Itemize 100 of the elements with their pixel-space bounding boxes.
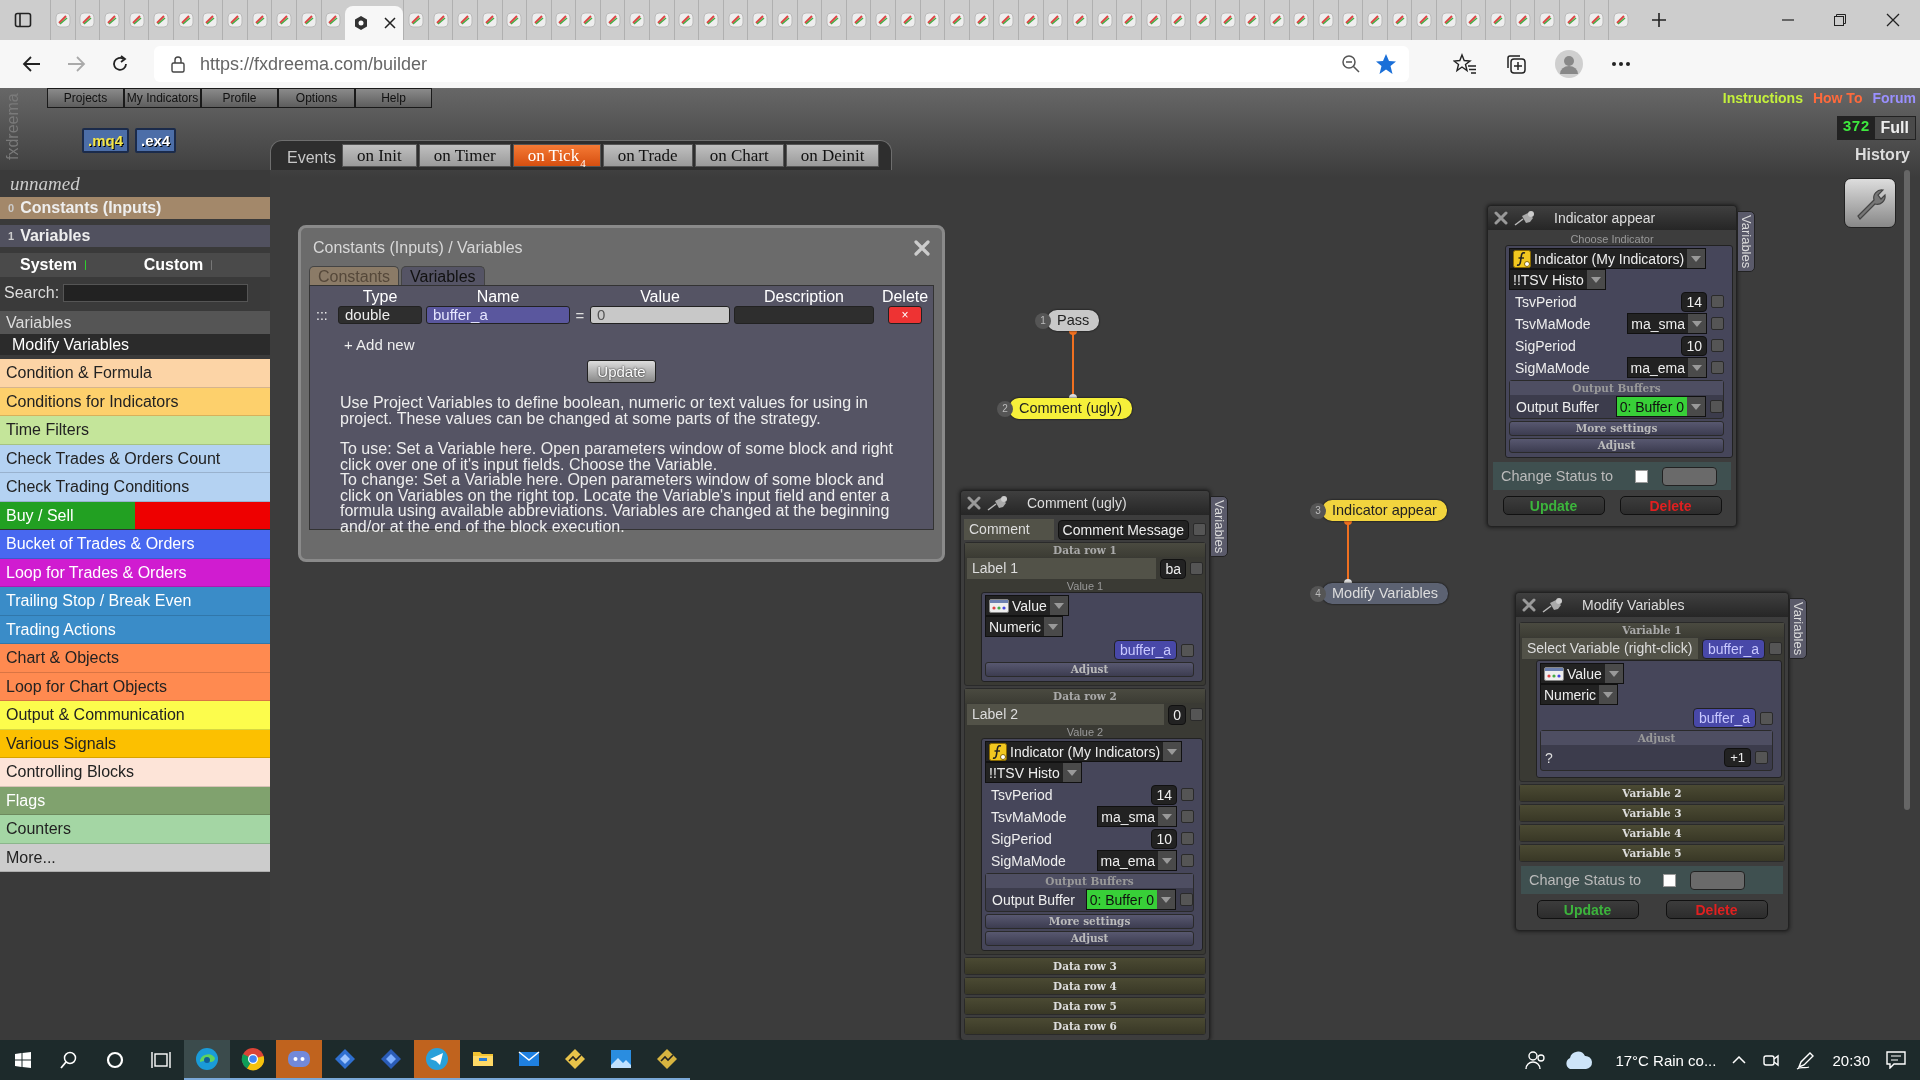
dropdown[interactable]: 0: Buffer 0 bbox=[1615, 396, 1706, 417]
delete-button[interactable]: × bbox=[888, 306, 922, 324]
type-field[interactable]: double bbox=[338, 306, 422, 324]
pin-icon[interactable] bbox=[1514, 210, 1536, 226]
checkbox[interactable] bbox=[1181, 643, 1194, 657]
section-header[interactable]: Data row 4 bbox=[965, 978, 1205, 994]
dropdown[interactable]: Numeric bbox=[1540, 684, 1619, 705]
lock-icon[interactable] bbox=[170, 55, 186, 73]
event-tab[interactable]: on Timer bbox=[418, 144, 511, 167]
variable-chip[interactable]: buffer_a bbox=[1692, 708, 1756, 728]
checkbox[interactable] bbox=[1711, 317, 1724, 330]
header-link[interactable]: Instructions bbox=[1722, 90, 1803, 106]
section-header[interactable]: Data row 2 bbox=[965, 689, 1205, 703]
address-field[interactable]: https://fxdreema.com/builder bbox=[154, 46, 1409, 82]
dropdown[interactable]: Numeric bbox=[985, 616, 1064, 637]
name-field[interactable]: buffer_a bbox=[426, 306, 570, 324]
drag-handle[interactable]: ::: bbox=[316, 307, 334, 323]
flow-node[interactable]: Modify Variables bbox=[1322, 583, 1449, 604]
history-link[interactable]: History bbox=[1854, 146, 1910, 164]
value-field[interactable]: 10 bbox=[1681, 335, 1707, 356]
value-field[interactable]: 14 bbox=[1681, 291, 1707, 312]
dropdown[interactable]: !!TSV Histo bbox=[985, 762, 1082, 783]
wrench-button[interactable] bbox=[1844, 178, 1896, 228]
menu-button[interactable]: Profile bbox=[201, 88, 278, 108]
export-button[interactable]: .mq4 bbox=[82, 128, 129, 153]
task-view-icon[interactable] bbox=[151, 1051, 171, 1069]
update-button[interactable]: Update bbox=[1502, 496, 1605, 515]
section-button[interactable]: Adjust bbox=[1509, 438, 1724, 453]
mode-button[interactable]: Full bbox=[1874, 117, 1915, 139]
back-icon[interactable] bbox=[22, 54, 42, 74]
value-field[interactable]: 14 bbox=[1151, 784, 1177, 805]
checkbox[interactable] bbox=[1663, 873, 1676, 887]
category-item[interactable]: Output & Communication bbox=[0, 701, 270, 730]
section-button[interactable]: Adjust bbox=[985, 931, 1194, 946]
side-tab[interactable]: Variables bbox=[1737, 211, 1755, 273]
more-icon[interactable] bbox=[1611, 61, 1631, 67]
section-header[interactable]: Variable 2 bbox=[1520, 785, 1784, 801]
dropdown[interactable]: Value bbox=[985, 595, 1069, 616]
formula-field[interactable]: ? bbox=[1545, 749, 1721, 766]
value-field[interactable]: Comment Message bbox=[1057, 519, 1189, 540]
event-tab[interactable]: on Init bbox=[341, 144, 417, 167]
add-new-link[interactable]: + Add new bbox=[344, 336, 415, 353]
taskbar-app[interactable] bbox=[184, 1040, 230, 1080]
checkbox[interactable] bbox=[1193, 523, 1206, 536]
flow-node[interactable]: Pass bbox=[1047, 310, 1100, 331]
section-header[interactable]: Variable 3 bbox=[1520, 805, 1784, 821]
flow-node[interactable]: Comment (ugly) bbox=[1009, 398, 1133, 419]
event-tab[interactable]: on Trade bbox=[602, 144, 693, 167]
category-item[interactable]: Controlling Blocks bbox=[0, 758, 270, 787]
category-item[interactable]: Trading Actions bbox=[0, 615, 270, 644]
dropdown[interactable]: !!TSV Histo bbox=[1509, 269, 1606, 290]
dropdown[interactable]: 0: Buffer 0 bbox=[1085, 889, 1176, 910]
event-tab[interactable]: on Chart bbox=[694, 144, 784, 167]
category-item[interactable]: Trailing Stop / Break Even bbox=[0, 587, 270, 616]
forward-icon[interactable] bbox=[66, 54, 86, 74]
dropdown[interactable]: Value bbox=[1540, 663, 1624, 684]
value-field[interactable]: 0 bbox=[590, 306, 730, 324]
section-header[interactable]: Data row 6 bbox=[965, 1018, 1205, 1034]
dropdown[interactable]: ma_sma bbox=[1097, 806, 1177, 827]
chevron-icon[interactable] bbox=[1732, 1056, 1747, 1064]
avatar-icon[interactable] bbox=[1555, 50, 1583, 78]
checkbox[interactable] bbox=[1190, 708, 1203, 721]
checkbox[interactable] bbox=[1181, 810, 1194, 823]
category-item[interactable]: Bucket of Trades & Orders bbox=[0, 530, 270, 559]
dropdown[interactable]: Indicator (My Indicators) bbox=[1509, 248, 1707, 269]
pin-icon[interactable] bbox=[1542, 597, 1564, 613]
checkbox[interactable] bbox=[1711, 339, 1724, 352]
favorites-icon[interactable] bbox=[1453, 53, 1477, 75]
checkbox[interactable] bbox=[1710, 400, 1723, 413]
close-icon[interactable] bbox=[383, 17, 396, 29]
scrollbar[interactable] bbox=[1904, 170, 1910, 810]
side-tab[interactable]: Variables bbox=[1210, 496, 1228, 558]
event-tab[interactable]: on Deinit bbox=[785, 144, 880, 167]
zoom-out-icon[interactable] bbox=[1341, 54, 1361, 74]
checkbox[interactable] bbox=[1181, 788, 1194, 801]
category-item[interactable]: Various Signals bbox=[0, 729, 270, 758]
checkbox[interactable] bbox=[1760, 711, 1773, 725]
section-header[interactable]: Variable 5 bbox=[1520, 845, 1784, 861]
checkbox[interactable] bbox=[1181, 854, 1194, 867]
browser-tab[interactable] bbox=[345, 6, 404, 40]
checkbox[interactable] bbox=[1755, 751, 1768, 764]
dropdown[interactable]: Indicator (My Indicators) bbox=[985, 741, 1183, 762]
category-item[interactable]: Time Filters bbox=[0, 416, 270, 445]
checkbox[interactable] bbox=[1711, 361, 1724, 374]
category-item[interactable]: Check Trades & Orders Count bbox=[0, 444, 270, 473]
close-icon[interactable] bbox=[1886, 13, 1900, 27]
checkbox[interactable] bbox=[1181, 832, 1194, 845]
cortana-icon[interactable] bbox=[106, 1051, 124, 1069]
dropdown[interactable]: ma_sma bbox=[1627, 313, 1707, 334]
menu-button[interactable]: Options bbox=[278, 88, 355, 108]
section-header[interactable]: Data row 1 bbox=[965, 543, 1205, 557]
section-button[interactable]: More settings bbox=[985, 914, 1194, 929]
section-header[interactable]: Data row 3 bbox=[965, 958, 1205, 974]
category-item[interactable]: Loop for Chart Objects bbox=[0, 672, 270, 701]
section-header[interactable]: Variable 1 bbox=[1520, 623, 1784, 637]
checkbox[interactable] bbox=[1180, 893, 1193, 906]
checkbox[interactable] bbox=[1711, 295, 1724, 308]
start-icon[interactable] bbox=[15, 1052, 31, 1068]
update-button[interactable]: Update bbox=[1536, 900, 1639, 919]
variable-chip[interactable]: buffer_a bbox=[1701, 638, 1765, 659]
